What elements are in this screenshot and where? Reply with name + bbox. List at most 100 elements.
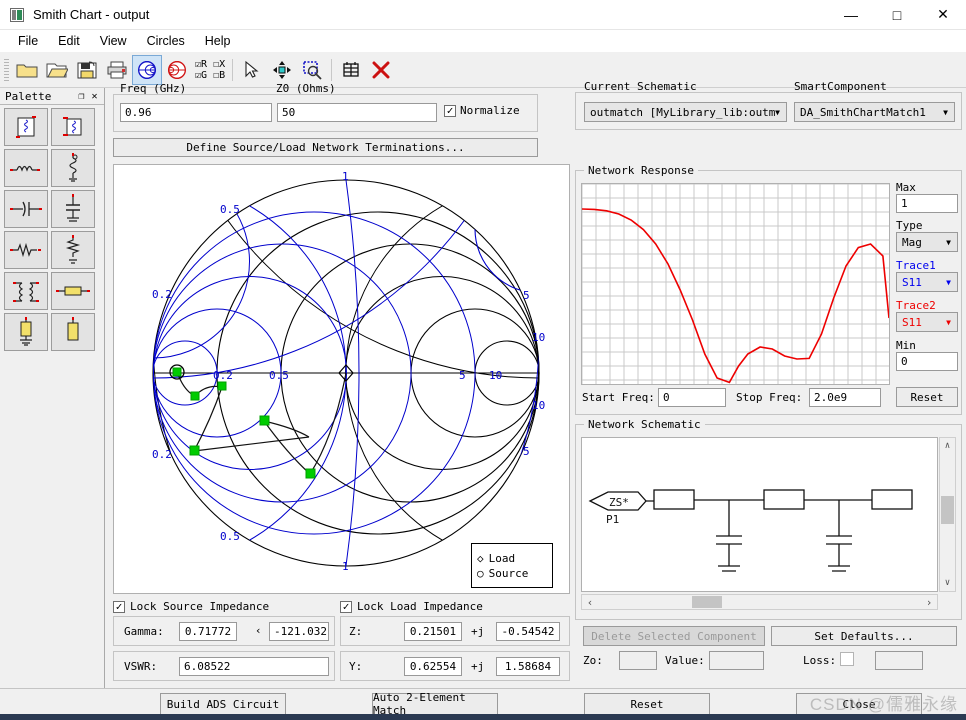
palette-item-series-tline[interactable] xyxy=(51,272,95,310)
minimize-button[interactable]: — xyxy=(828,0,874,30)
print-icon[interactable] xyxy=(102,55,132,85)
trace1-label: Trace1 xyxy=(896,259,936,272)
normalize-checkbox-row[interactable]: ✓ Normalize xyxy=(444,104,520,117)
chevron-down-icon-2: ▼ xyxy=(943,107,948,117)
auto-2-element-match-button[interactable]: Auto 2-Element Match xyxy=(372,691,498,717)
delete-selected-component-button[interactable]: Delete Selected Component xyxy=(583,626,765,646)
svg-text:0.5: 0.5 xyxy=(220,530,240,543)
vswr-group: VSWR: 6.08522 xyxy=(113,651,335,681)
response-reset-button[interactable]: Reset xyxy=(896,387,958,407)
network-response-plot[interactable] xyxy=(581,183,890,385)
normalize-label: Normalize xyxy=(460,104,520,117)
y-imag-input[interactable]: 1.58684 xyxy=(496,657,560,676)
define-terminations-button[interactable]: Define Source/Load Network Terminations.… xyxy=(113,138,538,157)
palette-item-transformer[interactable] xyxy=(4,272,48,310)
window-title: Smith Chart - output xyxy=(33,7,150,22)
y-real-input[interactable]: 0.62554 xyxy=(404,657,462,676)
scroll-left-icon[interactable]: ‹ xyxy=(583,595,597,609)
freq-input[interactable]: 0.96 xyxy=(120,103,272,122)
z0-input[interactable]: 50 xyxy=(277,103,437,122)
legend-source: ○ Source xyxy=(477,567,552,580)
scroll-up-icon[interactable]: ∧ xyxy=(940,438,955,454)
toolbar-grip[interactable] xyxy=(4,58,9,81)
smith-impedance-icon[interactable] xyxy=(132,54,162,85)
legend-source-label: Source xyxy=(488,566,529,580)
lock-source-checkbox[interactable]: ✓ xyxy=(113,600,125,613)
pan-move-icon[interactable] xyxy=(267,55,297,85)
min-input[interactable]: 0 xyxy=(896,352,958,371)
zo-input[interactable] xyxy=(619,651,657,670)
menu-circles[interactable]: Circles xyxy=(137,32,195,50)
palette-item-series-inductor[interactable] xyxy=(4,149,48,187)
normalize-checkbox[interactable]: ✓ xyxy=(444,104,456,117)
network-schematic-canvas[interactable]: ZS* P1 xyxy=(581,437,938,592)
type-dropdown[interactable]: Mag ▼ xyxy=(896,232,958,252)
type-label: Type xyxy=(896,219,923,232)
palette-item-open-stub[interactable] xyxy=(51,313,95,351)
palette-item-series-resistor[interactable] xyxy=(4,231,48,269)
value-input[interactable] xyxy=(709,651,764,670)
loss-input[interactable] xyxy=(875,651,923,670)
save-icon[interactable] xyxy=(72,55,102,85)
palette-item-series-capacitor[interactable] xyxy=(4,190,48,228)
close-window-button[interactable]: ✕ xyxy=(920,0,966,30)
build-ads-circuit-button[interactable]: Build ADS Circuit xyxy=(160,693,286,715)
open-icon[interactable] xyxy=(42,55,72,85)
start-freq-input[interactable]: 0 xyxy=(658,388,726,407)
trace2-dropdown[interactable]: S11 ▼ xyxy=(896,312,958,332)
z-label: Z: xyxy=(349,625,363,638)
menu-edit[interactable]: Edit xyxy=(48,32,90,50)
loss-checkbox[interactable] xyxy=(840,652,854,666)
close-button[interactable]: Close xyxy=(796,693,922,715)
schematic-hscrollbar[interactable]: ‹ › xyxy=(581,594,938,610)
lock-source-checkbox-row[interactable]: ✓ Lock Source Impedance xyxy=(113,600,269,613)
z-plusj-label: +j xyxy=(471,625,485,638)
smartcomponent-dropdown[interactable]: DA_SmithChartMatch1 ▼ xyxy=(794,102,955,122)
stop-freq-input[interactable]: 2.0e9 xyxy=(809,388,881,407)
palette-close-icon[interactable]: ✕ xyxy=(88,90,101,103)
diamond-icon: ◇ xyxy=(477,551,484,565)
trace1-dropdown[interactable]: S11 ▼ xyxy=(896,272,958,292)
menu-file[interactable]: File xyxy=(8,32,48,50)
gamma-mag-input[interactable]: 0.71772 xyxy=(179,622,237,641)
palette-item-shunt-resistor[interactable] xyxy=(51,231,95,269)
smith-chart-canvas[interactable]: 1 1 0.5 0.5 0.2 0.2 0.2 0.5 5 10 5 10 10… xyxy=(113,164,570,594)
new-icon[interactable] xyxy=(12,55,42,85)
vswr-input[interactable]: 6.08522 xyxy=(179,657,329,676)
chevron-down-icon-trace2: ▼ xyxy=(946,317,951,327)
palette-item-series-inductor-box[interactable] xyxy=(4,108,48,146)
loss-label: Loss: xyxy=(803,654,837,667)
schematic-hscroll-thumb[interactable] xyxy=(692,596,722,608)
scroll-down-icon[interactable]: ∨ xyxy=(940,575,955,591)
palette-item-shunt-capacitor[interactable] xyxy=(51,190,95,228)
lock-load-checkbox-row[interactable]: ✓ Lock Load Impedance xyxy=(340,600,483,613)
menu-bar: File Edit View Circles Help xyxy=(0,30,966,52)
z-group: Z: 0.21501 +j -0.54542 xyxy=(340,616,570,646)
maximize-button[interactable]: □ xyxy=(874,0,920,30)
scroll-right-icon[interactable]: › xyxy=(922,595,936,609)
z-real-input[interactable]: 0.21501 xyxy=(404,622,462,641)
max-input[interactable]: 1 xyxy=(896,194,958,213)
current-schematic-dropdown[interactable]: outmatch [MyLibrary_lib:outmatc ▼ xyxy=(584,102,787,122)
lock-load-checkbox[interactable]: ✓ xyxy=(340,600,352,613)
schematic-vscroll-thumb[interactable] xyxy=(941,496,954,524)
smith-admittance-icon[interactable] xyxy=(162,55,192,85)
delete-icon[interactable] xyxy=(366,55,396,85)
z-imag-input[interactable]: -0.54542 xyxy=(496,622,560,641)
schematic-vscrollbar[interactable]: ∧ ∨ xyxy=(939,437,956,592)
zoom-region-icon[interactable] xyxy=(297,55,327,85)
palette-item-shunt-inductor-box[interactable] xyxy=(51,108,95,146)
reset-button[interactable]: Reset xyxy=(584,693,710,715)
palette-item-shunt-inductor[interactable] xyxy=(51,149,95,187)
palette-undock-icon[interactable]: ❐ xyxy=(75,90,88,103)
g-label: G xyxy=(201,69,208,81)
select-arrow-icon[interactable] xyxy=(237,55,267,85)
set-defaults-button[interactable]: Set Defaults... xyxy=(771,626,957,646)
value-label: Value: xyxy=(665,654,705,667)
gamma-angle-input[interactable]: -121.032 xyxy=(269,622,329,641)
menu-view[interactable]: View xyxy=(90,32,137,50)
grid-icon[interactable] xyxy=(336,55,366,85)
palette-item-shunt-stub-short[interactable] xyxy=(4,313,48,351)
menu-help[interactable]: Help xyxy=(195,32,241,50)
smartcomponent-value: DA_SmithChartMatch1 xyxy=(800,105,926,119)
